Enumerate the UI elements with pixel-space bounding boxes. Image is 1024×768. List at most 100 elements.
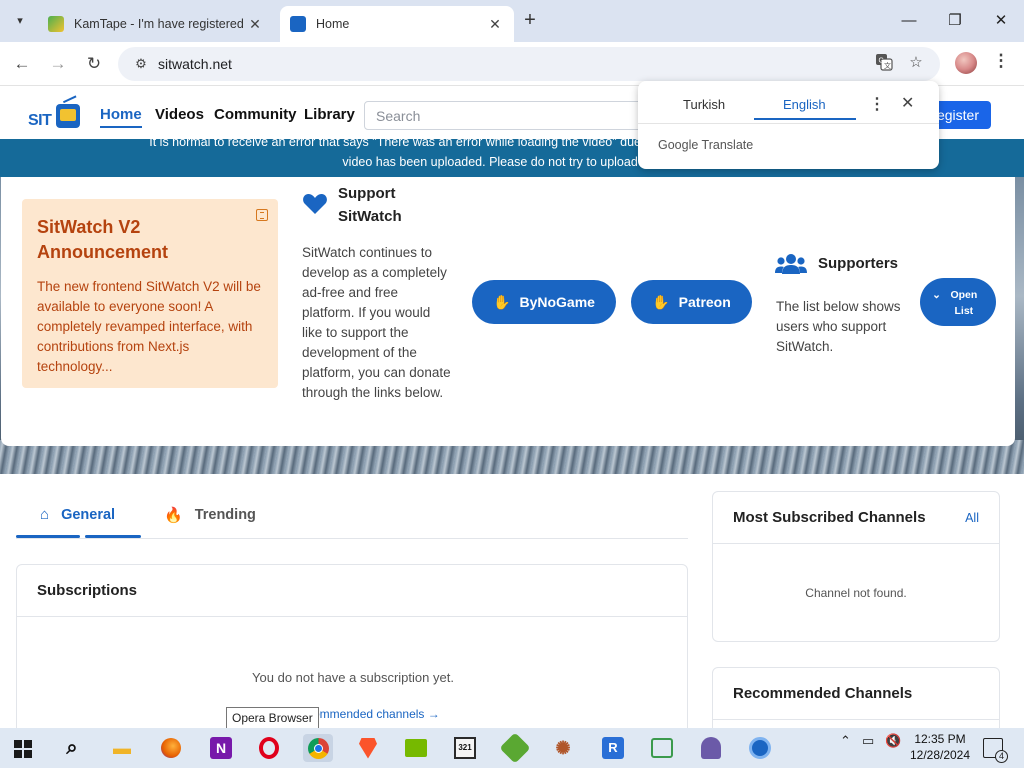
bynogame-button[interactable]: ✋ ByNoGame bbox=[472, 280, 616, 324]
home-icon: ⌂ bbox=[40, 506, 50, 523]
firefox-icon[interactable] bbox=[156, 734, 186, 762]
tab-title: Home bbox=[316, 17, 350, 31]
chrome-icon[interactable] bbox=[303, 734, 333, 762]
tab-title: KamTape - I'm have registered bbox=[74, 17, 244, 31]
chevron-up-icon[interactable]: ⌃ bbox=[840, 733, 851, 749]
close-window-button[interactable]: ✕ bbox=[978, 0, 1024, 40]
subscriptions-card: Subscriptions You do not have a subscrip… bbox=[16, 564, 688, 734]
new-tab-button[interactable]: + bbox=[518, 9, 542, 33]
bookmark-star-icon[interactable]: ☆ bbox=[905, 51, 927, 73]
nav-library[interactable]: Library bbox=[304, 106, 355, 123]
kamtape-favicon-icon bbox=[48, 16, 64, 32]
open-list-label: Open List bbox=[950, 289, 978, 317]
restore-button[interactable]: ❐ bbox=[932, 0, 978, 40]
site-info-icon[interactable]: ⚙ bbox=[126, 56, 156, 72]
tab-general[interactable]: ⌂ General bbox=[40, 506, 115, 523]
reload-button[interactable]: ↻ bbox=[80, 50, 108, 78]
arrow-right-icon: → bbox=[49, 54, 67, 73]
nav-community[interactable]: Community bbox=[214, 106, 297, 123]
back-button[interactable]: ← bbox=[8, 50, 36, 78]
announcement-body: The new frontend SitWatch V2 will be ava… bbox=[37, 279, 261, 374]
google-translate-brand: Google Translate bbox=[658, 138, 754, 152]
forward-button[interactable]: → bbox=[44, 50, 72, 78]
tab-search-button[interactable]: ▾ bbox=[8, 8, 32, 32]
start-button[interactable] bbox=[14, 740, 32, 758]
reload-icon: ↻ bbox=[86, 54, 102, 73]
minimize-icon: — bbox=[901, 11, 917, 29]
tab-trending[interactable]: 🔥 Trending bbox=[164, 506, 256, 524]
subscriptions-empty-text: You do not have a subscription yet. bbox=[252, 670, 454, 685]
heart-icon bbox=[303, 194, 327, 214]
svg-text:文: 文 bbox=[884, 61, 891, 70]
profile-avatar[interactable] bbox=[955, 52, 977, 74]
tab-indicator-left bbox=[16, 535, 80, 538]
onenote-icon[interactable]: N bbox=[206, 734, 236, 762]
recommended-channels-card: Recommended Channels bbox=[712, 667, 1000, 737]
close-tab-icon[interactable]: ✕ bbox=[246, 15, 264, 33]
recommended-channels-link[interactable]: ommended channels → bbox=[313, 707, 440, 721]
calendar-icon bbox=[256, 209, 268, 221]
file-explorer-icon[interactable]: ▬ bbox=[107, 734, 137, 762]
supporters-text: The list below shows users who support S… bbox=[776, 299, 901, 354]
notification-center-icon[interactable]: 4 bbox=[983, 738, 1008, 763]
most-subscribed-card: Most Subscribed Channels All Channel not… bbox=[712, 491, 1000, 642]
tab-kamtape[interactable]: KamTape - I'm have registered ✕ bbox=[38, 6, 274, 42]
ghost-app-icon[interactable] bbox=[696, 734, 726, 762]
nav-home[interactable]: Home bbox=[100, 106, 142, 128]
supporters-title: Supporters bbox=[818, 255, 899, 272]
sitwatch-favicon-icon bbox=[290, 16, 306, 32]
windows-logo-icon bbox=[14, 740, 22, 748]
nav-videos[interactable]: Videos bbox=[155, 106, 204, 123]
subscriptions-title: Subscriptions bbox=[17, 565, 687, 617]
logo-tv-icon bbox=[56, 104, 80, 128]
announcement-card: SitWatch V2 Announcement The new fronten… bbox=[22, 199, 278, 388]
nvidia-icon[interactable] bbox=[401, 734, 431, 762]
game-app-icon[interactable] bbox=[499, 732, 531, 764]
lang-english[interactable]: English bbox=[783, 97, 826, 112]
most-subscribed-title: Most Subscribed Channels bbox=[733, 509, 926, 526]
flame-icon: 🔥 bbox=[164, 507, 183, 524]
address-bar[interactable]: ⚙ sitwatch.net bbox=[118, 47, 940, 81]
restore-icon: ❐ bbox=[948, 12, 962, 29]
calendar-app-icon[interactable]: 321 bbox=[450, 734, 480, 762]
divider bbox=[638, 123, 939, 124]
close-icon[interactable]: ✕ bbox=[901, 93, 914, 113]
tab-home[interactable]: Home ✕ bbox=[280, 6, 514, 42]
arrow-left-icon: ← bbox=[13, 54, 31, 73]
patreon-label: Patreon bbox=[678, 294, 731, 310]
support-text: SitWatch continues to develop as a compl… bbox=[302, 245, 451, 400]
network-icon[interactable]: ▭ bbox=[862, 733, 874, 749]
support-title: Support SitWatch bbox=[338, 185, 402, 225]
announcement-title: SitWatch V2 Announcement bbox=[37, 217, 169, 262]
all-channels-link[interactable]: All bbox=[965, 511, 979, 525]
search-icon[interactable]: ⌕ bbox=[57, 734, 87, 762]
security-app-icon[interactable] bbox=[745, 734, 775, 762]
volume-muted-icon[interactable]: 🔇 bbox=[885, 733, 901, 749]
most-subscribed-header: Most Subscribed Channels All bbox=[713, 492, 999, 544]
donate-hand-icon: ✋ bbox=[493, 293, 511, 310]
close-tab-icon[interactable]: ✕ bbox=[486, 15, 504, 33]
clock-time: 12:35 PM bbox=[914, 732, 966, 746]
phone-link-icon[interactable] bbox=[647, 734, 677, 762]
translate-icon[interactable]: G文 bbox=[873, 51, 895, 73]
tab-general-label: General bbox=[61, 506, 116, 523]
notification-count: 4 bbox=[995, 750, 1008, 763]
open-list-button[interactable]: ⌄ Open List bbox=[920, 278, 996, 326]
opera-icon[interactable] bbox=[254, 734, 284, 762]
lang-turkish[interactable]: Turkish bbox=[683, 97, 725, 112]
reader-app-icon[interactable]: R bbox=[598, 734, 628, 762]
chevron-down-icon: ▾ bbox=[17, 14, 23, 27]
donate-hand-icon: ✋ bbox=[652, 293, 670, 310]
minimize-button[interactable]: — bbox=[886, 0, 932, 40]
translate-options-icon[interactable]: ⋮ bbox=[869, 94, 885, 114]
users-icon bbox=[775, 254, 807, 274]
browser-tabstrip: ▾ KamTape - I'm have registered ✕ Home ✕… bbox=[0, 0, 1024, 42]
sitwatch-logo[interactable]: SIT bbox=[26, 95, 82, 132]
site-search-input[interactable] bbox=[364, 101, 644, 130]
patreon-button[interactable]: ✋ Patreon bbox=[631, 280, 752, 324]
browser-menu-icon[interactable]: ⋮ bbox=[991, 51, 1011, 75]
brave-icon[interactable] bbox=[353, 734, 383, 762]
taskbar-clock[interactable]: 12:35 PM 12/28/2024 bbox=[905, 731, 975, 763]
url-text: sitwatch.net bbox=[158, 56, 232, 72]
settings-gear-app-icon[interactable]: ✺ bbox=[548, 734, 578, 762]
